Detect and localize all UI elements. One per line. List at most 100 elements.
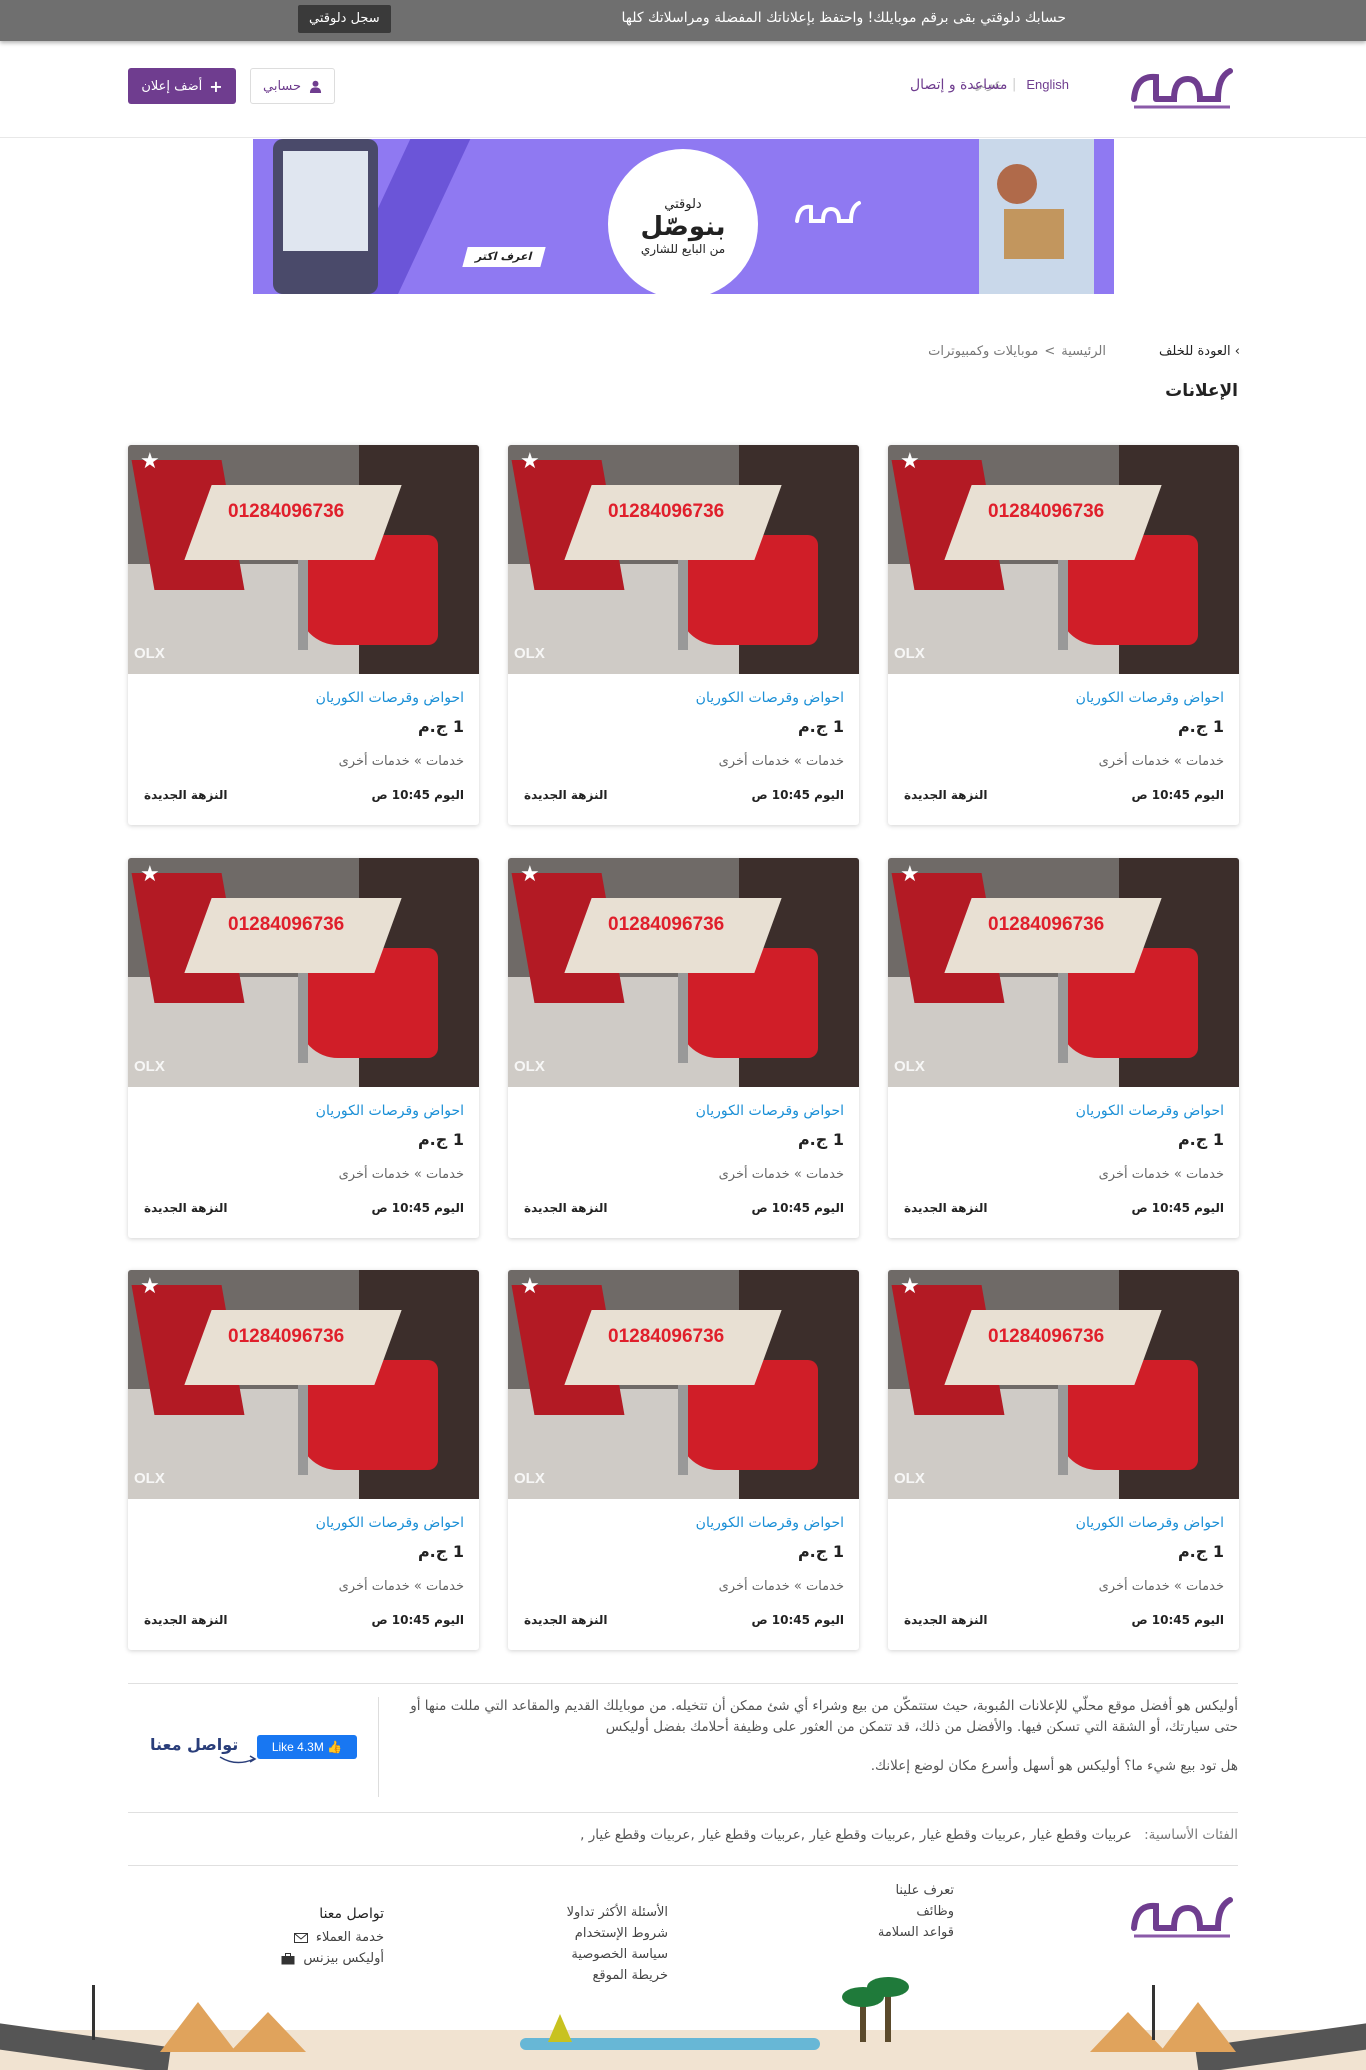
image-table-leg xyxy=(1058,1385,1068,1475)
listing-title[interactable]: احواض وقرصات الكوريان xyxy=(316,690,464,706)
image-table-leg xyxy=(298,973,308,1063)
listing-title[interactable]: احواض وقرصات الكوريان xyxy=(696,1103,844,1119)
image-table-leg xyxy=(298,1385,308,1475)
sailboat xyxy=(548,2014,572,2042)
listing-card[interactable]: 01284096736 OLX ★ احواض وقرصات الكوريان 1 ج.… xyxy=(128,858,479,1238)
arrow-icon xyxy=(219,1755,257,1764)
listing-image[interactable]: 01284096736 OLX ★ xyxy=(508,1270,859,1499)
footer-logo[interactable] xyxy=(1126,1890,1236,1944)
star-icon[interactable]: ★ xyxy=(900,864,920,886)
listing-location: النزهة الجديدة xyxy=(904,1613,988,1627)
listing-image[interactable]: 01284096736 OLX ★ xyxy=(888,858,1239,1087)
listing-card[interactable]: 01284096736 OLX ★ احواض وقرصات الكوريان 1 ج.… xyxy=(508,445,859,825)
listing-card[interactable]: 01284096736 OLX ★ احواض وقرصات الكوريان 1 ج.… xyxy=(128,1270,479,1650)
listing-time: اليوم 10:45 ص xyxy=(371,1201,464,1215)
star-icon[interactable]: ★ xyxy=(900,451,920,473)
star-icon[interactable]: ★ xyxy=(900,1276,920,1298)
olx-watermark: OLX xyxy=(134,1470,165,1487)
footer-link-terms[interactable]: شروط الإستخدام xyxy=(567,1923,668,1944)
listing-image[interactable]: 01284096736 OLX ★ xyxy=(508,445,859,674)
listing-category: خدمات » خدمات أخرى xyxy=(338,1167,464,1182)
olx-watermark: OLX xyxy=(514,645,545,662)
listing-card[interactable]: 01284096736 OLX ★ احواض وقرصات الكوريان 1 ج.… xyxy=(508,858,859,1238)
facebook-like-button[interactable]: 👍 Like 4.3M xyxy=(257,1735,357,1759)
about-text: أوليكس هو أفضل موقع محلّي للإعلانات المُ… xyxy=(393,1696,1238,1777)
listing-price: 1 ج.م xyxy=(797,1130,844,1149)
breadcrumb-category[interactable]: موبايلات وكمبيوترات xyxy=(928,344,1038,359)
divider xyxy=(128,1683,1238,1684)
learn-more-button[interactable]: اعرف اكتر xyxy=(462,247,546,267)
lang-english-link[interactable]: English xyxy=(1026,77,1069,92)
listing-image[interactable]: 01284096736 OLX ★ xyxy=(888,1270,1239,1499)
footer-contact-label: أوليكس بيزنس xyxy=(303,1951,384,1966)
footer-link-safety[interactable]: قواعد السلامة xyxy=(878,1922,954,1943)
mail-icon xyxy=(293,1932,308,1943)
footer-contact: تواصل معنا خدمة العملاء أوليكس بيزنس xyxy=(281,1904,384,1969)
listing-card[interactable]: 01284096736 OLX ★ احواض وقرصات الكوريان 1 ج.… xyxy=(508,1270,859,1650)
footer-olx-business[interactable]: أوليكس بيزنس xyxy=(281,1948,384,1969)
banner-line-1: دلوقتي xyxy=(664,197,702,212)
listing-title[interactable]: احواض وقرصات الكوريان xyxy=(1076,1103,1224,1119)
back-link[interactable]: › العودة للخلف xyxy=(1159,344,1240,359)
listing-title[interactable]: احواض وقرصات الكوريان xyxy=(696,690,844,706)
top-notification-bar: حسابك دلوقتي بقى برقم موبايلك! واحتفظ بإ… xyxy=(0,0,1366,41)
breadcrumb-separator: > xyxy=(1044,344,1056,359)
listing-title[interactable]: احواض وقرصات الكوريان xyxy=(316,1515,464,1531)
image-watermark: 01284096736 xyxy=(228,914,345,935)
listing-image[interactable]: 01284096736 OLX ★ xyxy=(128,1270,479,1499)
main-categories-links[interactable]: عربيات وقطع غيار ,عربيات وقطع غيار ,عربي… xyxy=(580,1827,1132,1843)
listing-image[interactable]: 01284096736 OLX ★ xyxy=(508,858,859,1087)
listing-title[interactable]: احواض وقرصات الكوريان xyxy=(316,1103,464,1119)
promo-banner[interactable]: اعرف اكتر دلوقتي بنوصّل من البايع للشاري xyxy=(253,139,1114,294)
site-logo[interactable] xyxy=(1126,61,1236,115)
listing-card[interactable]: 01284096736 OLX ★ احواض وقرصات الكوريان 1 ج.… xyxy=(128,445,479,825)
banner-logo xyxy=(795,201,861,223)
fb-like-count: Like 4.3M xyxy=(271,1740,324,1754)
breadcrumb-home[interactable]: الرئيسية xyxy=(1061,344,1106,359)
listing-title[interactable]: احواض وقرصات الكوريان xyxy=(1076,690,1224,706)
listing-card[interactable]: 01284096736 OLX ★ احواض وقرصات الكوريان 1 ج.… xyxy=(888,1270,1239,1650)
add-ad-button[interactable]: + أضف إعلان xyxy=(128,68,236,104)
image-watermark: 01284096736 xyxy=(608,914,725,935)
footer-link-jobs[interactable]: وظائف xyxy=(878,1901,954,1922)
thumbs-up-icon: 👍 xyxy=(327,1740,343,1754)
star-icon[interactable]: ★ xyxy=(140,451,160,473)
delivery-badge: دلوقتي بنوصّل من البايع للشاري xyxy=(608,149,758,294)
olx-watermark: OLX xyxy=(134,645,165,662)
listing-image[interactable]: 01284096736 OLX ★ xyxy=(128,445,479,674)
briefcase-icon xyxy=(281,1952,295,1964)
listing-category: خدمات » خدمات أخرى xyxy=(718,1579,844,1594)
footer-link-about[interactable]: تعرف علينا xyxy=(878,1880,954,1901)
listing-category: خدمات » خدمات أخرى xyxy=(718,754,844,769)
help-contact-link[interactable]: مساعدة و إتصال xyxy=(910,77,1007,93)
footer-link-faq[interactable]: الأسئلة الأكثر تداولا xyxy=(567,1902,668,1923)
listing-location: النزهة الجديدة xyxy=(524,1613,608,1627)
listing-card[interactable]: 01284096736 OLX ★ احواض وقرصات الكوريان 1 ج.… xyxy=(888,445,1239,825)
listing-card[interactable]: 01284096736 OLX ★ احواض وقرصات الكوريان 1 ج.… xyxy=(888,858,1239,1238)
footer-link-privacy[interactable]: سياسة الخصوصية xyxy=(567,1944,668,1965)
listing-time: اليوم 10:45 ص xyxy=(751,1613,844,1627)
olx-watermark: OLX xyxy=(514,1058,545,1075)
star-icon[interactable]: ★ xyxy=(520,451,540,473)
star-icon[interactable]: ★ xyxy=(520,1276,540,1298)
listing-price: 1 ج.م xyxy=(797,717,844,736)
image-table-leg xyxy=(678,560,688,650)
register-now-button[interactable]: سجل دلوقتي xyxy=(298,5,391,33)
image-watermark: 01284096736 xyxy=(608,501,725,522)
star-icon[interactable]: ★ xyxy=(520,864,540,886)
listing-image[interactable]: 01284096736 OLX ★ xyxy=(128,858,479,1087)
listing-title[interactable]: احواض وقرصات الكوريان xyxy=(696,1515,844,1531)
listing-image[interactable]: 01284096736 OLX ★ xyxy=(888,445,1239,674)
listing-category: خدمات » خدمات أخرى xyxy=(1098,754,1224,769)
image-watermark: 01284096736 xyxy=(608,1326,725,1347)
street-lamp xyxy=(92,1985,95,2040)
image-table-leg xyxy=(678,1385,688,1475)
star-icon[interactable]: ★ xyxy=(140,864,160,886)
star-icon[interactable]: ★ xyxy=(140,1276,160,1298)
listing-time: اليوم 10:45 ص xyxy=(371,788,464,802)
listing-title[interactable]: احواض وقرصات الكوريان xyxy=(1076,1515,1224,1531)
footer-customer-service[interactable]: خدمة العملاء xyxy=(281,1927,384,1948)
listing-price: 1 ج.م xyxy=(417,717,464,736)
listing-location: النزهة الجديدة xyxy=(144,1201,228,1215)
my-account-button[interactable]: حسابي xyxy=(250,68,336,104)
